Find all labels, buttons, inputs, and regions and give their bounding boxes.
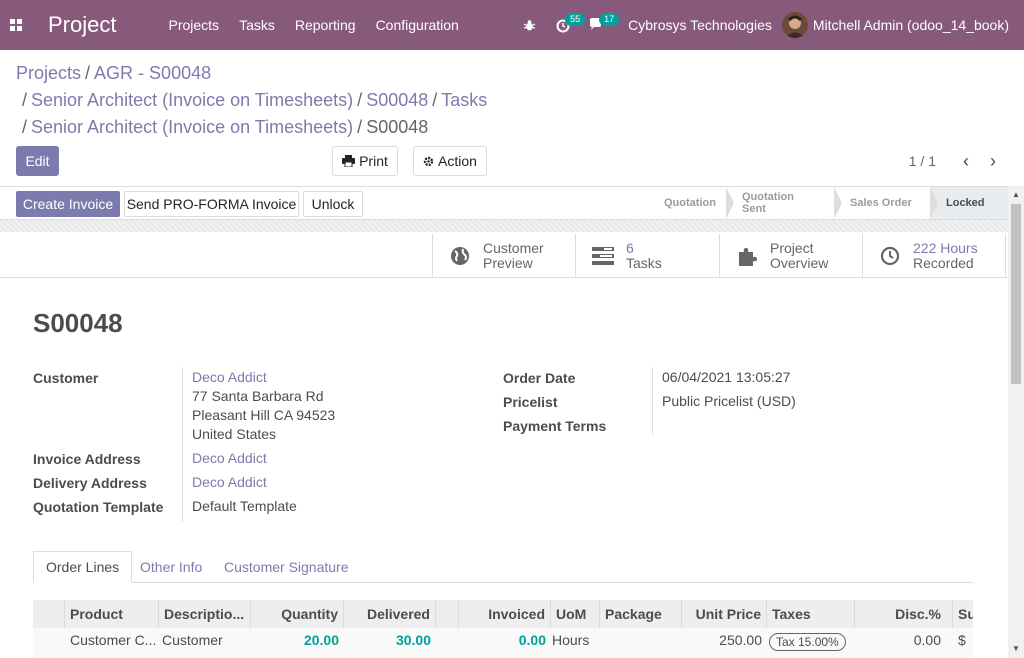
debug-bug-icon[interactable] <box>512 0 546 50</box>
clock-icon <box>879 245 901 267</box>
order-date-label: Order Date <box>503 370 576 386</box>
column-taxes[interactable]: Taxes <box>766 600 854 628</box>
breadcrumb-senior-architect[interactable]: Senior Architect (Invoice on Timesheets) <box>31 90 353 110</box>
apps-menu-icon[interactable] <box>0 0 32 50</box>
delivery-address-link[interactable]: Deco Addict <box>192 473 267 492</box>
breadcrumb-current: S00048 <box>366 117 429 137</box>
navbar-systray: 55 17 Cybrosys Technologies Mitchell Adm… <box>512 0 1024 50</box>
stage-pipeline: Quotation Quotation Sent Sales Order Loc… <box>648 187 1008 219</box>
pager-value[interactable]: 1 / 1 <box>909 153 936 169</box>
customer-link[interactable]: Deco Addict <box>192 368 267 387</box>
row-invoiced: 0.00 <box>518 632 546 648</box>
user-avatar[interactable] <box>781 12 808 38</box>
quotation-template-value: Default Template <box>192 498 297 514</box>
column-discount[interactable]: Disc.% <box>854 600 946 628</box>
tab-customer-signature[interactable]: Customer Signature <box>212 551 361 583</box>
breadcrumb: Projects / AGR - S00048 /Senior Architect … <box>16 63 488 137</box>
column-subtotal[interactable]: Su <box>952 600 973 628</box>
project-overview-button[interactable]: Project Overview <box>719 234 862 278</box>
print-button[interactable]: Print <box>332 146 398 176</box>
tasks-icon <box>592 245 614 267</box>
breadcrumb-projects[interactable]: Projects <box>16 63 81 83</box>
main-menu: Projects Tasks Reporting Configuration <box>158 17 468 33</box>
gear-icon <box>423 156 434 166</box>
payment-terms-label: Payment Terms <box>503 418 607 434</box>
row-subtotal: $ <box>958 632 966 648</box>
quotation-template-label: Quotation Template <box>33 499 164 515</box>
column-unit-price[interactable]: Unit Price <box>681 600 766 628</box>
row-product[interactable]: Customer C... <box>70 632 156 648</box>
row-discount[interactable]: 0.00 <box>856 632 941 648</box>
column-product[interactable]: Product <box>64 600 159 628</box>
breadcrumb-tasks[interactable]: Tasks <box>441 90 487 110</box>
tab-order-lines[interactable]: Order Lines <box>33 551 133 583</box>
breadcrumb-agr[interactable]: AGR - S00048 <box>94 63 211 83</box>
customer-street: 77 Santa Barbara Rd <box>192 388 324 404</box>
tasks-smart-button[interactable]: 6 Tasks <box>575 234 719 278</box>
customer-country: United States <box>192 426 277 442</box>
app-brand[interactable]: Project <box>48 12 116 38</box>
row-delivered[interactable]: 30.00 <box>345 632 431 648</box>
edit-button[interactable]: Edit <box>16 146 59 176</box>
globe-icon <box>449 245 471 267</box>
row-unit-price[interactable]: 250.00 <box>683 632 762 648</box>
chevron-right-icon[interactable]: › <box>983 151 1003 171</box>
customer-city: Pleasant Hill CA 94523 <box>192 407 336 423</box>
column-quantity[interactable]: Quantity <box>250 600 343 628</box>
menu-reporting[interactable]: Reporting <box>285 17 366 33</box>
menu-tasks[interactable]: Tasks <box>229 17 285 33</box>
stage-sales-order[interactable]: Sales Order <box>834 187 938 219</box>
row-quantity[interactable]: 20.00 <box>252 632 339 648</box>
delivery-address-label: Delivery Address <box>33 475 147 491</box>
customer-preview-button[interactable]: Customer Preview <box>432 234 575 278</box>
invoice-address-link[interactable]: Deco Addict <box>192 449 267 468</box>
row-tax-badge[interactable]: Tax 15.00% <box>769 633 846 651</box>
tab-other-info[interactable]: Other Info <box>128 551 214 583</box>
user-menu[interactable]: Mitchell Admin (odoo_14_book) <box>813 17 1009 33</box>
puzzle-icon <box>736 245 758 267</box>
breadcrumb-s00048[interactable]: S00048 <box>366 90 428 110</box>
sheet-background-band <box>0 220 1008 232</box>
row-uom[interactable]: Hours <box>552 632 598 648</box>
top-navbar: Project Projects Tasks Reporting Configu… <box>0 0 1024 50</box>
order-date-value: 06/04/2021 13:05:27 <box>662 369 791 385</box>
order-name-title: S00048 <box>33 308 123 338</box>
stage-locked[interactable]: Locked <box>930 187 1008 219</box>
scroll-up-arrow-icon[interactable]: ▲ <box>1012 190 1020 199</box>
chevron-left-icon[interactable]: ‹ <box>956 151 976 171</box>
activity-clock-icon[interactable]: 55 <box>546 0 586 50</box>
printer-icon <box>342 155 356 167</box>
create-invoice-button[interactable]: Create Invoice <box>16 191 120 217</box>
scroll-thumb[interactable] <box>1011 204 1021 384</box>
customer-label: Customer <box>33 370 99 386</box>
unlock-button[interactable]: Unlock <box>303 191 363 217</box>
menu-projects[interactable]: Projects <box>158 17 229 33</box>
row-description[interactable]: Customer <box>162 632 248 648</box>
messages-chat-icon[interactable]: 17 <box>580 0 620 50</box>
stage-quotation-sent[interactable]: Quotation Sent <box>726 187 842 219</box>
group-divider-right <box>652 367 653 435</box>
group-divider <box>182 367 183 522</box>
column-package[interactable]: Package <box>599 600 681 628</box>
pricelist-label: Pricelist <box>503 394 558 410</box>
column-description[interactable]: Descriptio... <box>158 600 250 628</box>
send-proforma-button[interactable]: Send PRO-FORMA Invoice <box>124 191 299 217</box>
page-scrollbar[interactable]: ▲ ▼ <box>1008 186 1024 658</box>
form-statusbar: Create Invoice Send PRO-FORMA Invoice Un… <box>0 186 1008 220</box>
company-switcher[interactable]: Cybrosys Technologies <box>628 17 772 33</box>
column-uom[interactable]: UoM <box>550 600 599 628</box>
column-invoiced[interactable]: Invoiced <box>458 600 550 628</box>
action-button[interactable]: Action <box>413 146 487 176</box>
scroll-down-arrow-icon[interactable]: ▼ <box>1012 644 1020 653</box>
column-blank <box>435 600 458 628</box>
menu-configuration[interactable]: Configuration <box>366 17 469 33</box>
invoice-address-label: Invoice Address <box>33 451 141 467</box>
column-delivered[interactable]: Delivered <box>343 600 435 628</box>
breadcrumb-senior-architect-2[interactable]: Senior Architect (Invoice on Timesheets) <box>31 117 353 137</box>
pricelist-value: Public Pricelist (USD) <box>662 393 796 409</box>
hours-recorded-button[interactable]: 222 Hours Recorded <box>862 234 1006 278</box>
stage-quotation[interactable]: Quotation <box>648 187 734 219</box>
message-count-badge: 17 <box>599 13 620 26</box>
